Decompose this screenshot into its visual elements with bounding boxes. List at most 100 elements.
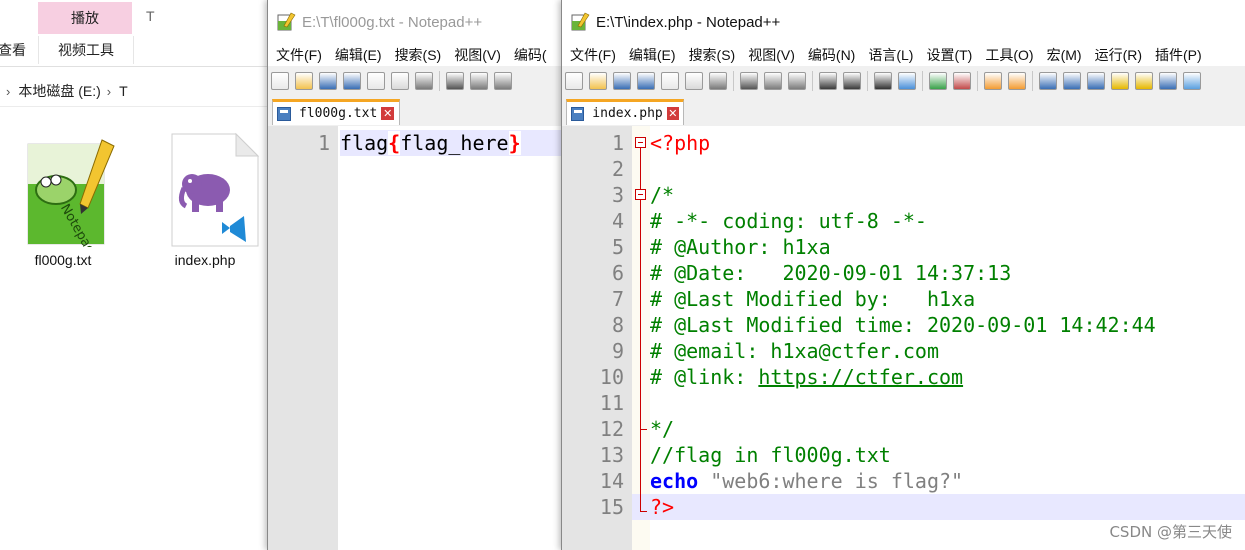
code-line[interactable]: echo "web6:where is flag?": [650, 468, 1245, 494]
toolbar-separator: [1032, 71, 1033, 91]
menu-item[interactable]: 文件(F): [570, 45, 616, 65]
monitor-icon[interactable]: [1183, 72, 1201, 90]
copy-icon[interactable]: [764, 72, 782, 90]
file-explorer-window: 播放 T 查看 视频工具 › 本地磁盘 (E:) › T Notepad++ f…: [0, 0, 270, 550]
folder-workspace-icon[interactable]: [1159, 72, 1177, 90]
cut-icon[interactable]: [446, 72, 464, 90]
code-line[interactable]: # @link: https://ctfer.com: [650, 364, 1245, 390]
editor-area[interactable]: 1 2 3 4 5 6 7 8 9 10 11 12 13 14 15 <?php/* # -*- codin…: [562, 126, 1245, 550]
menu-item[interactable]: 视图(V): [748, 45, 795, 65]
cut-icon[interactable]: [740, 72, 758, 90]
editor-area[interactable]: 1 flag{flag_here}: [268, 126, 568, 550]
chevron-right-icon[interactable]: ›: [107, 84, 111, 99]
menu-item[interactable]: 工具(O): [985, 45, 1033, 65]
chevron-right-icon[interactable]: ›: [6, 84, 10, 99]
code-line[interactable]: # @Author: h1xa: [650, 234, 1245, 260]
menu-item[interactable]: 搜索(S): [395, 45, 442, 65]
menu-item[interactable]: 插件(P): [1155, 45, 1202, 65]
close-icon[interactable]: ✕: [666, 107, 679, 120]
code-line[interactable]: [650, 390, 1245, 416]
ribbon-video-tools[interactable]: 视频工具: [38, 36, 134, 64]
code-token: flag_here: [400, 131, 509, 155]
open-file-icon[interactable]: [589, 72, 607, 90]
close-all-icon[interactable]: [685, 72, 703, 90]
code-line[interactable]: # @email: h1xa@ctfer.com: [650, 338, 1245, 364]
ribbon-tab-play[interactable]: 播放: [38, 2, 132, 34]
code-line[interactable]: //flag in fl000g.txt: [650, 442, 1245, 468]
code-text: //flag in fl000g.txt: [650, 443, 891, 467]
code-line[interactable]: # -*- coding: utf-8 -*-: [650, 208, 1245, 234]
code-line[interactable]: /*: [650, 182, 1245, 208]
line-number: 7: [611, 287, 624, 311]
find-icon[interactable]: [874, 72, 892, 90]
print-icon[interactable]: [415, 72, 433, 90]
code-line[interactable]: # @Date: 2020-09-01 14:37:13: [650, 260, 1245, 286]
notepad-window-fl000g: E:\T\fl000g.txt - Notepad++ 文件(F) 编辑(E) 搜索…: [267, 0, 568, 550]
zoom-out-icon[interactable]: [953, 72, 971, 90]
code-link[interactable]: https://ctfer.com: [758, 365, 963, 389]
indent-guide-icon[interactable]: [1087, 72, 1105, 90]
menu-item[interactable]: 编辑(E): [335, 45, 382, 65]
function-list-icon[interactable]: [1135, 72, 1153, 90]
ribbon-tab-t[interactable]: T: [146, 8, 155, 24]
paste-icon[interactable]: [788, 72, 806, 90]
code-line[interactable]: flag{flag_here}: [340, 130, 568, 156]
fold-margin[interactable]: [632, 126, 650, 550]
open-file-icon[interactable]: [295, 72, 313, 90]
menu-item[interactable]: 编码(: [514, 45, 547, 65]
sync-vertical-icon[interactable]: [984, 72, 1002, 90]
code-area[interactable]: <?php /* # -*- coding: utf-8 -*- # @Author:…: [650, 126, 1245, 550]
line-number: 4: [611, 209, 624, 233]
fold-toggle-comment-block[interactable]: [635, 189, 646, 200]
menu-item[interactable]: 宏(M): [1047, 45, 1082, 65]
new-file-icon[interactable]: [271, 72, 289, 90]
doc-map-icon[interactable]: [1111, 72, 1129, 90]
menu-item[interactable]: 语言(L): [868, 45, 913, 65]
close-all-icon[interactable]: [391, 72, 409, 90]
code-line[interactable]: [650, 156, 1245, 182]
window-titlebar: E:\T\index.php - Notepad++: [562, 0, 1245, 44]
menu-item[interactable]: 搜索(S): [689, 45, 736, 65]
breadcrumb-item-folder[interactable]: T: [119, 83, 128, 99]
menu-item[interactable]: 文件(F): [276, 45, 322, 65]
copy-icon[interactable]: [470, 72, 488, 90]
code-line[interactable]: ?>: [650, 494, 1245, 520]
close-icon[interactable]: [661, 72, 679, 90]
word-wrap-icon[interactable]: [1039, 72, 1057, 90]
file-name: index.php: [174, 252, 236, 268]
menu-item[interactable]: 视图(V): [454, 45, 501, 65]
file-item-fl000g[interactable]: Notepad++ fl000g.txt: [8, 132, 118, 276]
save-icon[interactable]: [613, 72, 631, 90]
code-line[interactable]: # @Last Modified by: h1xa: [650, 286, 1245, 312]
code-line[interactable]: # @Last Modified time: 2020-09-01 14:42:…: [650, 312, 1245, 338]
save-all-icon[interactable]: [637, 72, 655, 90]
close-icon[interactable]: [367, 72, 385, 90]
save-all-icon[interactable]: [343, 72, 361, 90]
file-item-index-php[interactable]: index.php: [150, 132, 260, 268]
sync-horizontal-icon[interactable]: [1008, 72, 1026, 90]
menu-item[interactable]: 编码(N): [808, 45, 855, 65]
menu-item[interactable]: 运行(R): [1095, 45, 1142, 65]
paste-icon[interactable]: [494, 72, 512, 90]
redo-icon[interactable]: [843, 72, 861, 90]
menu-item[interactable]: 编辑(E): [629, 45, 676, 65]
tab-fl000g[interactable]: fl000g.txt ✕: [272, 99, 400, 125]
print-icon[interactable]: [709, 72, 727, 90]
code-line[interactable]: */: [650, 416, 1245, 442]
menu-item[interactable]: 设置(T): [926, 45, 972, 65]
undo-icon[interactable]: [819, 72, 837, 90]
code-line[interactable]: <?php: [650, 130, 1245, 156]
tab-index-php[interactable]: index.php ✕: [566, 99, 684, 125]
code-area[interactable]: flag{flag_here}: [340, 126, 568, 550]
close-icon[interactable]: ✕: [381, 107, 395, 120]
file-tab-icon: [571, 106, 585, 121]
zoom-in-icon[interactable]: [929, 72, 947, 90]
save-icon[interactable]: [319, 72, 337, 90]
ribbon-tab-view[interactable]: 查看: [0, 40, 26, 60]
breadcrumb-item-drive[interactable]: 本地磁盘 (E:): [18, 81, 100, 101]
new-file-icon[interactable]: [565, 72, 583, 90]
replace-icon[interactable]: [898, 72, 916, 90]
toolbar: [562, 66, 1245, 96]
fold-toggle-php-block[interactable]: [635, 137, 646, 148]
show-all-chars-icon[interactable]: [1063, 72, 1081, 90]
